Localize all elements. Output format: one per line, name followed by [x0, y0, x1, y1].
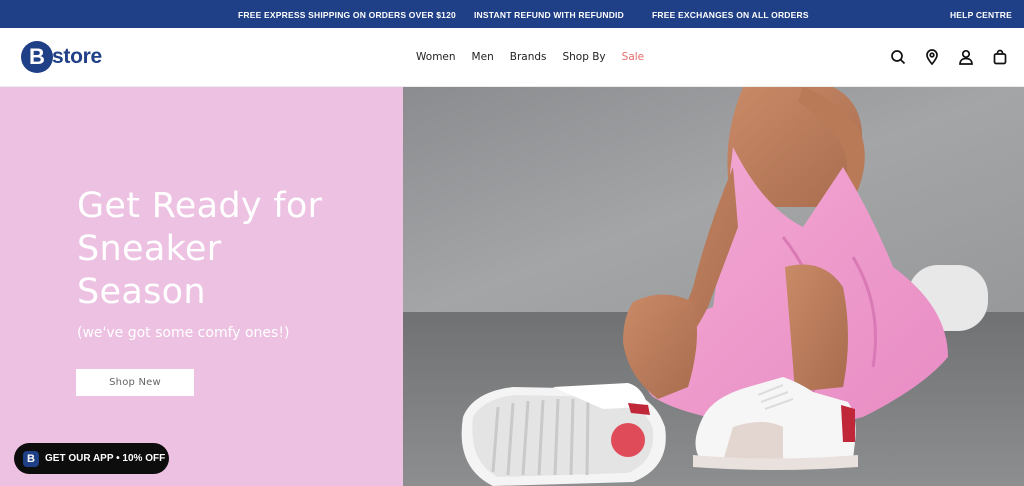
announcement-shipping: FREE EXPRESS SHIPPING ON ORDERS OVER $12… [238, 10, 456, 20]
announcement-bar: FREE EXPRESS SHIPPING ON ORDERS OVER $12… [0, 0, 1024, 28]
hero-illustration [403, 87, 1024, 486]
logo-mark: B [21, 41, 53, 73]
hero-text-panel: Get Ready for Sneaker Season (we've got … [0, 87, 403, 486]
search-icon[interactable] [890, 48, 906, 66]
location-icon[interactable] [924, 48, 940, 66]
account-icon[interactable] [958, 48, 974, 66]
hero-image [403, 87, 1024, 486]
header-icons [890, 48, 1008, 66]
logo-text: store [52, 45, 102, 68]
app-logo-icon: B [23, 450, 39, 467]
app-badge-text: GET OUR APP • 10% OFF [45, 453, 166, 464]
left-sneaker [461, 383, 666, 486]
nav-brands[interactable]: Brands [510, 51, 547, 63]
shop-new-button[interactable]: Shop New [76, 369, 194, 396]
hero-subtitle: (we've got some comfy ones!) [77, 325, 290, 341]
bag-icon[interactable] [992, 48, 1008, 66]
main-nav: Women Men Brands Shop By Sale [416, 51, 660, 63]
announcement-exchanges: FREE EXCHANGES ON ALL ORDERS [652, 10, 809, 20]
hero-title-line-2: Sneaker [77, 229, 222, 269]
hero-title-line-3: Season [77, 272, 206, 312]
nav-women[interactable]: Women [416, 51, 456, 63]
nav-sale[interactable]: Sale [622, 51, 644, 63]
help-centre-link[interactable]: HELP CENTRE [950, 10, 1012, 20]
nav-men[interactable]: Men [472, 51, 494, 63]
logo[interactable]: B store [21, 40, 102, 74]
announcement-refund: INSTANT REFUND WITH REFUNDID [474, 10, 624, 20]
site-header: B store Women Men Brands Shop By Sale [0, 28, 1024, 87]
get-app-badge[interactable]: B GET OUR APP • 10% OFF [14, 443, 169, 474]
hero-title-line-1: Get Ready for [77, 186, 323, 226]
nav-shop-by[interactable]: Shop By [562, 51, 605, 63]
hero-title: Get Ready for Sneaker Season [77, 185, 377, 314]
